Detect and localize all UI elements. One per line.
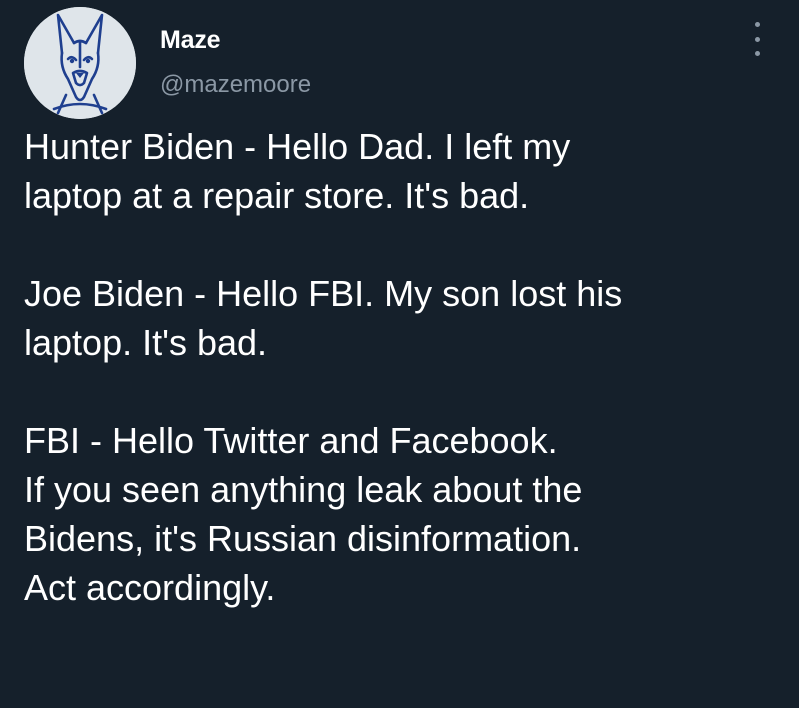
tweet-text: Hunter Biden - Hello Dad. I left my lapt…	[24, 122, 794, 612]
more-dot	[754, 51, 760, 56]
tweet-line: laptop at a repair store. It's bad.	[24, 175, 530, 216]
more-dot	[754, 36, 760, 42]
tweet-paragraph: Hunter Biden - Hello Dad. I left my lapt…	[24, 122, 794, 220]
more-vertical-icon[interactable]	[748, 22, 766, 56]
avatar[interactable]	[24, 7, 136, 119]
display-name[interactable]: Maze	[160, 26, 221, 55]
tweet-line: Act accordingly.	[24, 567, 276, 608]
doberman-icon	[24, 7, 136, 119]
tweet-line: If you seen anything leak about the	[24, 469, 583, 510]
user-handle[interactable]: @mazemoore	[160, 71, 311, 99]
more-dot	[754, 22, 760, 27]
tweet-line: Bidens, it's Russian disinformation.	[24, 518, 582, 559]
tweet-line: FBI - Hello Twitter and Facebook.	[24, 420, 558, 461]
tweet-line: Hunter Biden - Hello Dad. I left my	[24, 126, 571, 167]
tweet-line: laptop. It's bad.	[24, 322, 268, 363]
tweet-line: Joe Biden - Hello FBI. My son lost his	[24, 273, 623, 314]
tweet-paragraph: FBI - Hello Twitter and Facebook. If you…	[24, 416, 794, 612]
tweet-paragraph: Joe Biden - Hello FBI. My son lost his l…	[24, 269, 794, 367]
tweet-card: Maze @mazemoore Hunter Biden - Hello Dad…	[0, 0, 799, 708]
